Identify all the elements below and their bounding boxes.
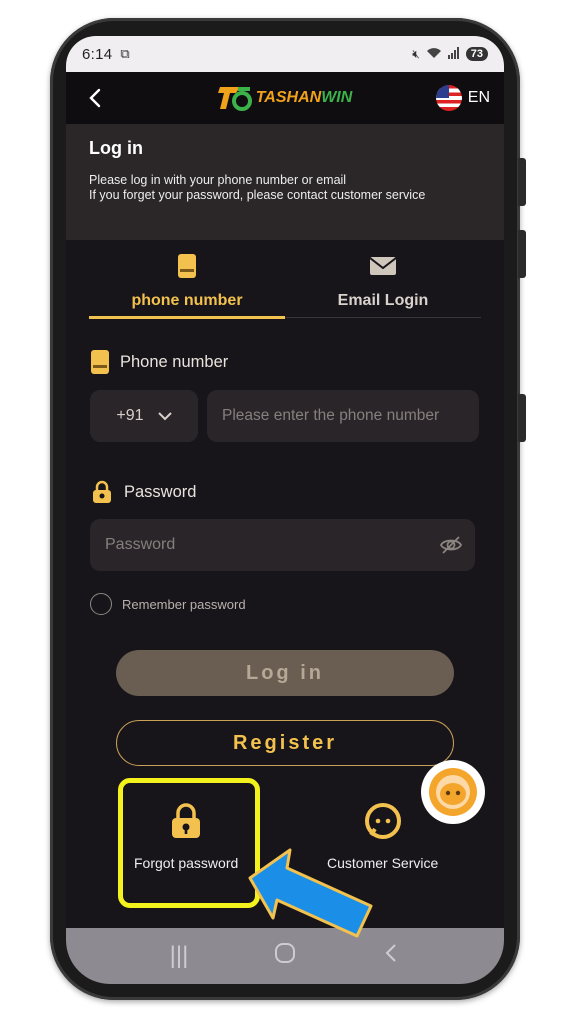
screenshot-icon: ⧉ — [120, 46, 130, 61]
phone-number-input[interactable] — [207, 390, 479, 442]
phone-icon — [91, 350, 109, 374]
brand-name: TASHANWIN — [256, 89, 353, 107]
intro-line-2: If you forget your password, please cont… — [89, 188, 426, 202]
phone-number-label: Phone number — [90, 350, 228, 374]
back-button[interactable] — [84, 86, 108, 110]
login-method-tabs: phone number Email Login — [89, 248, 481, 319]
status-time: 6:14 — [82, 45, 113, 63]
us-flag-icon — [435, 85, 462, 111]
remember-label: Remember password — [122, 596, 246, 612]
field-label-text: Password — [124, 482, 197, 501]
support-chat-icon — [364, 803, 401, 839]
language-selector[interactable]: EN — [435, 85, 490, 111]
mail-icon — [369, 257, 397, 275]
status-icons: 🔇︎ 73 — [412, 46, 488, 62]
tab-phone-number[interactable]: phone number — [89, 248, 285, 319]
app-header: TASHANWIN EN — [66, 72, 504, 124]
login-button[interactable]: Log in — [116, 650, 454, 696]
chevron-left-icon — [89, 88, 101, 108]
volume-down-button — [518, 230, 526, 278]
lock-icon — [93, 480, 111, 503]
volume-up-button — [518, 158, 526, 206]
language-code: EN — [467, 89, 490, 106]
country-code-value: +91 — [116, 407, 144, 424]
power-button — [518, 394, 526, 442]
page-title: Log in — [89, 138, 143, 158]
logo-icon — [217, 87, 252, 111]
password-input[interactable] — [90, 519, 420, 571]
status-bar: 6:14 ⧉ 🔇︎ 73 — [66, 36, 504, 72]
tab-label: phone number — [131, 292, 243, 309]
recent-apps-icon[interactable]: ||| — [164, 942, 194, 970]
pointer-arrow-icon — [248, 848, 373, 938]
country-code-select[interactable]: +91 — [90, 390, 198, 442]
field-label-text: Phone number — [120, 352, 229, 371]
chevron-down-icon — [157, 412, 172, 421]
register-button[interactable]: Register — [116, 720, 454, 766]
back-nav-icon[interactable] — [376, 942, 406, 971]
mute-icon: 🔇︎ — [412, 46, 420, 61]
tab-label: Email Login — [337, 292, 429, 309]
remember-password[interactable]: Remember password — [90, 593, 246, 615]
screen: 6:14 ⧉ 🔇︎ 73 TASHANWIN EN Log in Please … — [66, 36, 504, 984]
eye-off-icon[interactable] — [439, 533, 463, 557]
password-label: Password — [90, 480, 196, 504]
remember-radio[interactable] — [90, 593, 112, 615]
password-field — [90, 519, 475, 571]
brand-logo: TASHANWIN — [217, 83, 353, 113]
brand-name-part1: TASHAN — [255, 89, 322, 106]
tab-email-login[interactable]: Email Login — [285, 248, 481, 317]
signal-icon — [447, 46, 460, 62]
brand-name-part2: WIN — [321, 89, 353, 106]
intro-line-1: Please log in with your phone number or … — [89, 173, 347, 187]
home-icon[interactable] — [270, 942, 300, 971]
highlight-box — [118, 778, 260, 908]
wifi-icon — [426, 47, 442, 62]
phone-icon — [178, 254, 196, 278]
login-intro: Log in Please log in with your phone num… — [66, 124, 504, 240]
battery-indicator: 73 — [465, 47, 488, 61]
